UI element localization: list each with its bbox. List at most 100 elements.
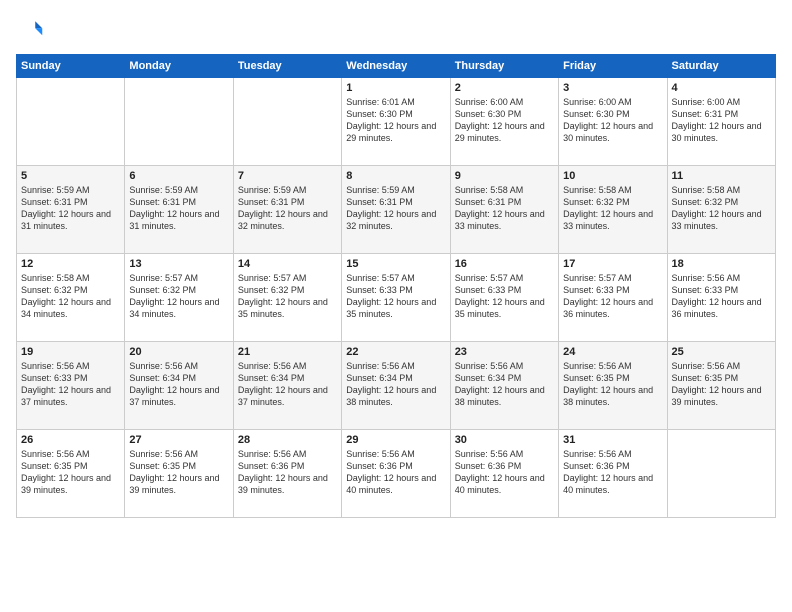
cell-content: Sunrise: 6:01 AM Sunset: 6:30 PM Dayligh… (346, 96, 445, 145)
week-row-1: 1Sunrise: 6:01 AM Sunset: 6:30 PM Daylig… (17, 78, 776, 166)
cell-content: Sunrise: 5:59 AM Sunset: 6:31 PM Dayligh… (21, 184, 120, 233)
calendar-cell: 9 Sunrise: 5:58 AM Sunset: 6:31 PM Daylig… (450, 166, 558, 254)
day-number: 7 (238, 170, 337, 182)
cell-content: Sunrise: 5:58 AM Sunset: 6:32 PM Dayligh… (21, 272, 120, 321)
calendar-cell: 21 Sunrise: 5:56 AM Sunset: 6:34 PM Dayli… (233, 342, 341, 430)
calendar-cell: 23Sunrise: 5:56 AM Sunset: 6:34 PM Dayli… (450, 342, 558, 430)
cell-content: Sunrise: 5:58 AM Sunset: 6:31 PM Dayligh… (455, 184, 554, 233)
cell-content: Sunrise: 5:56 AM Sunset: 6:33 PM Dayligh… (672, 272, 771, 321)
calendar-cell: 8Sunrise: 5:59 AM Sunset: 6:31 PM Daylig… (342, 166, 450, 254)
calendar-cell: 12 Sunrise: 5:58 AM Sunset: 6:32 PM Dayli… (17, 254, 125, 342)
day-number: 26 (21, 434, 120, 446)
calendar-cell: 20 Sunrise: 5:56 AM Sunset: 6:34 PM Dayli… (125, 342, 233, 430)
calendar-cell: 3 Sunrise: 6:00 AM Sunset: 6:30 PM Daylig… (559, 78, 667, 166)
calendar-cell: 17 Sunrise: 5:57 AM Sunset: 6:33 PM Dayli… (559, 254, 667, 342)
column-header-tuesday: Tuesday (233, 55, 341, 78)
cell-content: Sunrise: 5:56 AM Sunset: 6:34 PM Dayligh… (129, 360, 228, 409)
column-header-friday: Friday (559, 55, 667, 78)
cell-content: Sunrise: 5:59 AM Sunset: 6:31 PM Dayligh… (129, 184, 228, 233)
week-row-4: 19 Sunrise: 5:56 AM Sunset: 6:33 PM Dayli… (17, 342, 776, 430)
day-number: 29 (346, 434, 445, 446)
day-number: 23 (455, 346, 554, 358)
cell-content: Sunrise: 5:56 AM Sunset: 6:33 PM Dayligh… (21, 360, 120, 409)
calendar-cell: 18 Sunrise: 5:56 AM Sunset: 6:33 PM Dayli… (667, 254, 775, 342)
calendar-cell: 26 Sunrise: 5:56 AM Sunset: 6:35 PM Dayli… (17, 430, 125, 518)
calendar-cell: 31 Sunrise: 5:56 AM Sunset: 6:36 PM Dayli… (559, 430, 667, 518)
day-number: 2 (455, 82, 554, 94)
cell-content: Sunrise: 6:00 AM Sunset: 6:30 PM Dayligh… (455, 96, 554, 145)
day-number: 22 (346, 346, 445, 358)
calendar-cell: 22 Sunrise: 5:56 AM Sunset: 6:34 PM Dayli… (342, 342, 450, 430)
cell-content: Sunrise: 5:57 AM Sunset: 6:32 PM Dayligh… (129, 272, 228, 321)
column-header-thursday: Thursday (450, 55, 558, 78)
day-number: 8 (346, 170, 445, 182)
calendar-cell (17, 78, 125, 166)
cell-content: Sunrise: 5:57 AM Sunset: 6:32 PM Dayligh… (238, 272, 337, 321)
calendar-cell: 4Sunrise: 6:00 AM Sunset: 6:31 PM Daylig… (667, 78, 775, 166)
day-number: 16 (455, 258, 554, 270)
day-number: 11 (672, 170, 771, 182)
calendar-cell: 11Sunrise: 5:58 AM Sunset: 6:32 PM Dayli… (667, 166, 775, 254)
cell-content: Sunrise: 5:56 AM Sunset: 6:35 PM Dayligh… (129, 448, 228, 497)
cell-content: Sunrise: 5:57 AM Sunset: 6:33 PM Dayligh… (455, 272, 554, 321)
day-number: 28 (238, 434, 337, 446)
cell-content: Sunrise: 6:00 AM Sunset: 6:30 PM Dayligh… (563, 96, 662, 145)
calendar-cell: 30 Sunrise: 5:56 AM Sunset: 6:36 PM Dayli… (450, 430, 558, 518)
day-number: 4 (672, 82, 771, 94)
cell-content: Sunrise: 5:56 AM Sunset: 6:35 PM Dayligh… (21, 448, 120, 497)
day-number: 3 (563, 82, 662, 94)
day-number: 17 (563, 258, 662, 270)
cell-content: Sunrise: 5:56 AM Sunset: 6:36 PM Dayligh… (346, 448, 445, 497)
day-number: 13 (129, 258, 228, 270)
day-number: 24 (563, 346, 662, 358)
day-number: 20 (129, 346, 228, 358)
page-header (16, 16, 776, 44)
day-number: 21 (238, 346, 337, 358)
calendar-table: SundayMondayTuesdayWednesdayThursdayFrid… (16, 54, 776, 518)
calendar-cell: 16 Sunrise: 5:57 AM Sunset: 6:33 PM Dayli… (450, 254, 558, 342)
day-number: 31 (563, 434, 662, 446)
calendar-cell: 24 Sunrise: 5:56 AM Sunset: 6:35 PM Dayli… (559, 342, 667, 430)
calendar-cell: 19 Sunrise: 5:56 AM Sunset: 6:33 PM Dayli… (17, 342, 125, 430)
calendar-cell (667, 430, 775, 518)
cell-content: Sunrise: 5:57 AM Sunset: 6:33 PM Dayligh… (563, 272, 662, 321)
cell-content: Sunrise: 5:59 AM Sunset: 6:31 PM Dayligh… (238, 184, 337, 233)
cell-content: Sunrise: 5:56 AM Sunset: 6:36 PM Dayligh… (238, 448, 337, 497)
calendar-cell: 1Sunrise: 6:01 AM Sunset: 6:30 PM Daylig… (342, 78, 450, 166)
logo-icon (16, 16, 44, 44)
cell-content: Sunrise: 5:56 AM Sunset: 6:36 PM Dayligh… (455, 448, 554, 497)
cell-content: Sunrise: 5:56 AM Sunset: 6:35 PM Dayligh… (672, 360, 771, 409)
calendar-cell: 6 Sunrise: 5:59 AM Sunset: 6:31 PM Daylig… (125, 166, 233, 254)
week-row-3: 12 Sunrise: 5:58 AM Sunset: 6:32 PM Dayli… (17, 254, 776, 342)
day-number: 9 (455, 170, 554, 182)
column-header-monday: Monday (125, 55, 233, 78)
day-number: 10 (563, 170, 662, 182)
day-number: 18 (672, 258, 771, 270)
cell-content: Sunrise: 5:58 AM Sunset: 6:32 PM Dayligh… (563, 184, 662, 233)
calendar-cell: 5Sunrise: 5:59 AM Sunset: 6:31 PM Daylig… (17, 166, 125, 254)
calendar-cell: 29 Sunrise: 5:56 AM Sunset: 6:36 PM Dayli… (342, 430, 450, 518)
day-number: 19 (21, 346, 120, 358)
day-number: 12 (21, 258, 120, 270)
cell-content: Sunrise: 5:56 AM Sunset: 6:34 PM Dayligh… (346, 360, 445, 409)
calendar-cell: 10 Sunrise: 5:58 AM Sunset: 6:32 PM Dayli… (559, 166, 667, 254)
cell-content: Sunrise: 5:56 AM Sunset: 6:35 PM Dayligh… (563, 360, 662, 409)
week-row-5: 26 Sunrise: 5:56 AM Sunset: 6:35 PM Dayli… (17, 430, 776, 518)
cell-content: Sunrise: 5:57 AM Sunset: 6:33 PM Dayligh… (346, 272, 445, 321)
week-row-2: 5Sunrise: 5:59 AM Sunset: 6:31 PM Daylig… (17, 166, 776, 254)
calendar-cell (233, 78, 341, 166)
calendar-cell: 15 Sunrise: 5:57 AM Sunset: 6:33 PM Dayli… (342, 254, 450, 342)
calendar-cell: 13 Sunrise: 5:57 AM Sunset: 6:32 PM Dayli… (125, 254, 233, 342)
day-number: 30 (455, 434, 554, 446)
logo (16, 16, 48, 44)
day-number: 15 (346, 258, 445, 270)
cell-content: Sunrise: 5:56 AM Sunset: 6:36 PM Dayligh… (563, 448, 662, 497)
cell-content: Sunrise: 5:56 AM Sunset: 6:34 PM Dayligh… (238, 360, 337, 409)
day-number: 6 (129, 170, 228, 182)
calendar-cell: 2 Sunrise: 6:00 AM Sunset: 6:30 PM Daylig… (450, 78, 558, 166)
column-header-saturday: Saturday (667, 55, 775, 78)
day-number: 14 (238, 258, 337, 270)
day-number: 27 (129, 434, 228, 446)
calendar-cell: 25Sunrise: 5:56 AM Sunset: 6:35 PM Dayli… (667, 342, 775, 430)
column-header-sunday: Sunday (17, 55, 125, 78)
